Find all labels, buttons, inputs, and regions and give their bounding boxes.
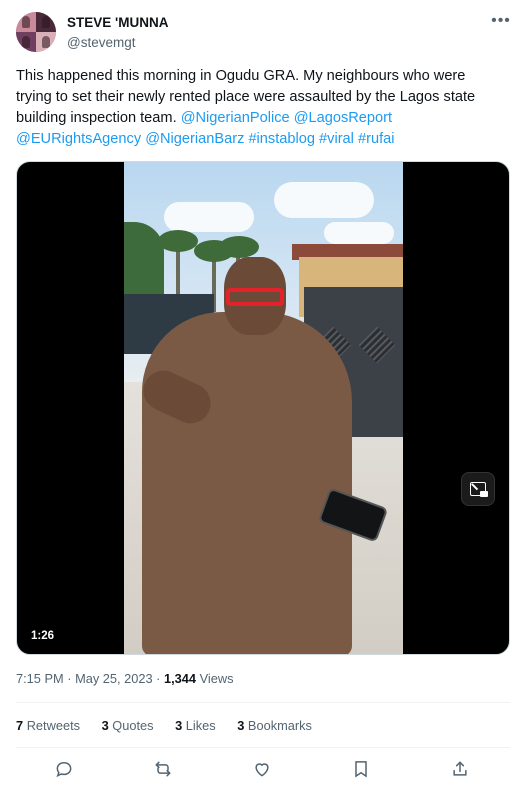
- like-icon[interactable]: [250, 757, 274, 781]
- mention-link[interactable]: @LagosReport: [294, 110, 392, 126]
- mention-link[interactable]: @NigerianBarz: [145, 131, 244, 147]
- tweet-text: This happened this morning in Ogudu GRA.…: [16, 66, 496, 150]
- meta-separator: ·: [156, 671, 161, 686]
- tweet-date[interactable]: May 25, 2023: [75, 671, 153, 686]
- retweets-stat[interactable]: 7 Retweets: [16, 718, 80, 734]
- hashtag-link[interactable]: #viral: [319, 131, 354, 147]
- action-bar: [16, 757, 510, 781]
- quotes-stat[interactable]: 3 Quotes: [102, 718, 154, 734]
- picture-in-picture-icon[interactable]: [461, 472, 495, 506]
- bookmark-icon[interactable]: [349, 757, 373, 781]
- tweet-time[interactable]: 7:15 PM: [16, 671, 64, 686]
- engagement-stats: 7 Retweets 3 Quotes 3 Likes 3 Bookmarks: [16, 718, 330, 734]
- retweet-icon[interactable]: [151, 757, 175, 781]
- bookmarks-stat[interactable]: 3 Bookmarks: [237, 718, 312, 734]
- share-icon[interactable]: [448, 757, 472, 781]
- tweet-meta: 7:15 PM · May 25, 2023 · 1,344 Views: [16, 671, 234, 687]
- hashtag-link[interactable]: #rufai: [358, 131, 395, 147]
- video-duration: 1:26: [31, 630, 55, 642]
- divider: [16, 702, 510, 703]
- video-player[interactable]: 1:26: [16, 161, 510, 655]
- divider: [16, 747, 510, 748]
- mention-link[interactable]: @EURightsAgency: [16, 131, 141, 147]
- views-label: Views: [199, 671, 234, 686]
- reply-icon[interactable]: [52, 757, 76, 781]
- hashtag-link[interactable]: #instablog: [248, 131, 315, 147]
- ellipsis-icon[interactable]: •••: [491, 13, 511, 32]
- video-frame[interactable]: [124, 162, 403, 654]
- user-handle[interactable]: @stevemgt: [67, 34, 168, 52]
- meta-separator: ·: [67, 671, 72, 686]
- display-name[interactable]: STEVE 'MUNNA: [67, 14, 168, 32]
- author-names: STEVE 'MUNNA @stevemgt: [67, 14, 168, 52]
- tweet-header: STEVE 'MUNNA @stevemgt •••: [16, 12, 511, 52]
- mention-link[interactable]: @NigerianPolice: [181, 110, 290, 126]
- red-glasses: [226, 288, 284, 306]
- views-count: 1,344: [164, 671, 197, 686]
- avatar[interactable]: [16, 12, 56, 52]
- likes-stat[interactable]: 3 Likes: [175, 718, 216, 734]
